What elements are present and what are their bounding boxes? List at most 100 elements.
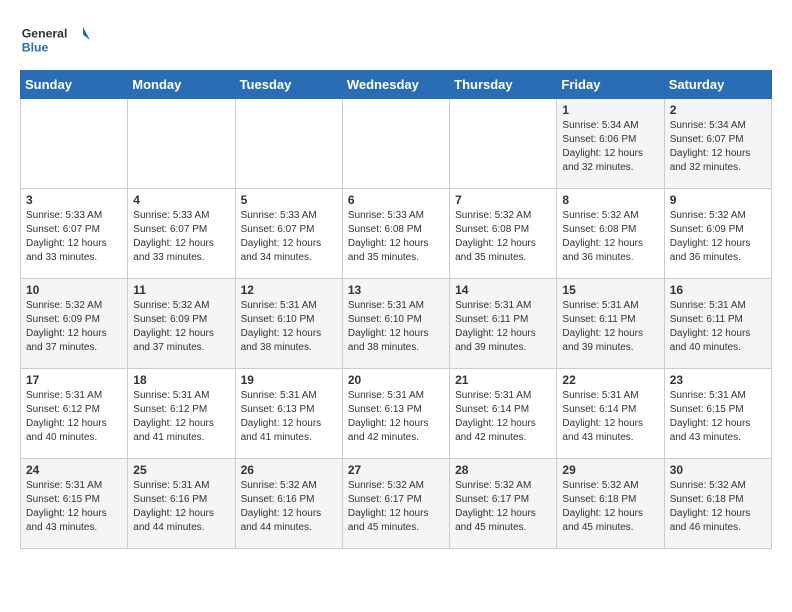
day-cell: 15 Sunrise: 5:31 AM Sunset: 6:11 PM Dayli… (557, 279, 664, 369)
day-cell (450, 99, 557, 189)
day-cell: 28 Sunrise: 5:32 AM Sunset: 6:17 PM Dayli… (450, 459, 557, 549)
day-cell: 3 Sunrise: 5:33 AM Sunset: 6:07 PM Daylig… (21, 189, 128, 279)
day-cell (342, 99, 449, 189)
day-cell: 9 Sunrise: 5:32 AM Sunset: 6:09 PM Daylig… (664, 189, 771, 279)
week-row-4: 17 Sunrise: 5:31 AM Sunset: 6:12 PM Dayli… (21, 369, 772, 459)
day-number: 25 (133, 463, 229, 477)
day-info: Sunrise: 5:33 AM Sunset: 6:07 PM Dayligh… (133, 209, 229, 265)
day-cell: 29 Sunrise: 5:32 AM Sunset: 6:18 PM Dayli… (557, 459, 664, 549)
day-info: Sunrise: 5:32 AM Sunset: 6:17 PM Dayligh… (348, 479, 444, 535)
day-number: 30 (670, 463, 766, 477)
day-cell: 6 Sunrise: 5:33 AM Sunset: 6:08 PM Daylig… (342, 189, 449, 279)
day-header-monday: Monday (128, 71, 235, 99)
day-number: 10 (26, 283, 122, 297)
day-number: 14 (455, 283, 551, 297)
day-number: 20 (348, 373, 444, 387)
week-row-3: 10 Sunrise: 5:32 AM Sunset: 6:09 PM Dayli… (21, 279, 772, 369)
day-number: 9 (670, 193, 766, 207)
day-info: Sunrise: 5:32 AM Sunset: 6:09 PM Dayligh… (670, 209, 766, 265)
day-cell: 13 Sunrise: 5:31 AM Sunset: 6:10 PM Dayli… (342, 279, 449, 369)
page-header: General Blue (20, 20, 772, 60)
day-cell (235, 99, 342, 189)
day-info: Sunrise: 5:32 AM Sunset: 6:17 PM Dayligh… (455, 479, 551, 535)
day-number: 8 (562, 193, 658, 207)
day-info: Sunrise: 5:34 AM Sunset: 6:07 PM Dayligh… (670, 119, 766, 175)
day-info: Sunrise: 5:32 AM Sunset: 6:08 PM Dayligh… (562, 209, 658, 265)
day-number: 17 (26, 373, 122, 387)
day-info: Sunrise: 5:33 AM Sunset: 6:07 PM Dayligh… (241, 209, 337, 265)
day-info: Sunrise: 5:31 AM Sunset: 6:11 PM Dayligh… (562, 299, 658, 355)
day-cell (21, 99, 128, 189)
day-info: Sunrise: 5:31 AM Sunset: 6:15 PM Dayligh… (670, 389, 766, 445)
day-cell: 2 Sunrise: 5:34 AM Sunset: 6:07 PM Daylig… (664, 99, 771, 189)
day-number: 15 (562, 283, 658, 297)
day-cell: 25 Sunrise: 5:31 AM Sunset: 6:16 PM Dayli… (128, 459, 235, 549)
calendar-table: SundayMondayTuesdayWednesdayThursdayFrid… (20, 70, 772, 549)
day-info: Sunrise: 5:31 AM Sunset: 6:16 PM Dayligh… (133, 479, 229, 535)
day-number: 5 (241, 193, 337, 207)
day-info: Sunrise: 5:34 AM Sunset: 6:06 PM Dayligh… (562, 119, 658, 175)
day-number: 18 (133, 373, 229, 387)
day-cell: 21 Sunrise: 5:31 AM Sunset: 6:14 PM Dayli… (450, 369, 557, 459)
day-cell: 22 Sunrise: 5:31 AM Sunset: 6:14 PM Dayli… (557, 369, 664, 459)
day-number: 29 (562, 463, 658, 477)
day-info: Sunrise: 5:32 AM Sunset: 6:18 PM Dayligh… (670, 479, 766, 535)
day-cell: 1 Sunrise: 5:34 AM Sunset: 6:06 PM Daylig… (557, 99, 664, 189)
day-info: Sunrise: 5:31 AM Sunset: 6:13 PM Dayligh… (348, 389, 444, 445)
day-cell: 7 Sunrise: 5:32 AM Sunset: 6:08 PM Daylig… (450, 189, 557, 279)
day-info: Sunrise: 5:32 AM Sunset: 6:18 PM Dayligh… (562, 479, 658, 535)
day-cell: 24Sunrise: 5:31 AM Sunset: 6:15 PM Dayli… (21, 459, 128, 549)
day-number: 26 (241, 463, 337, 477)
day-info: Sunrise: 5:31 AM Sunset: 6:12 PM Dayligh… (133, 389, 229, 445)
logo-svg: General Blue (20, 20, 90, 60)
day-cell: 18 Sunrise: 5:31 AM Sunset: 6:12 PM Dayli… (128, 369, 235, 459)
day-number: 13 (348, 283, 444, 297)
day-cell: 14 Sunrise: 5:31 AM Sunset: 6:11 PM Dayli… (450, 279, 557, 369)
day-number: 19 (241, 373, 337, 387)
day-info: Sunrise: 5:31 AM Sunset: 6:14 PM Dayligh… (455, 389, 551, 445)
day-cell: 12Sunrise: 5:31 AM Sunset: 6:10 PM Dayli… (235, 279, 342, 369)
day-number: 4 (133, 193, 229, 207)
day-header-tuesday: Tuesday (235, 71, 342, 99)
week-row-5: 24Sunrise: 5:31 AM Sunset: 6:15 PM Dayli… (21, 459, 772, 549)
day-cell (128, 99, 235, 189)
day-header-row: SundayMondayTuesdayWednesdayThursdayFrid… (21, 71, 772, 99)
day-number: 3 (26, 193, 122, 207)
day-header-sunday: Sunday (21, 71, 128, 99)
day-header-wednesday: Wednesday (342, 71, 449, 99)
day-cell: 5 Sunrise: 5:33 AM Sunset: 6:07 PM Daylig… (235, 189, 342, 279)
day-number: 21 (455, 373, 551, 387)
day-info: Sunrise: 5:31 AM Sunset: 6:10 PM Dayligh… (348, 299, 444, 355)
svg-text:General: General (22, 26, 68, 40)
day-info: Sunrise: 5:31 AM Sunset: 6:11 PM Dayligh… (670, 299, 766, 355)
day-info: Sunrise: 5:31 AM Sunset: 6:10 PM Dayligh… (241, 299, 337, 355)
day-number: 11 (133, 283, 229, 297)
day-cell: 4 Sunrise: 5:33 AM Sunset: 6:07 PM Daylig… (128, 189, 235, 279)
day-number: 28 (455, 463, 551, 477)
week-row-2: 3 Sunrise: 5:33 AM Sunset: 6:07 PM Daylig… (21, 189, 772, 279)
day-info: Sunrise: 5:31 AM Sunset: 6:11 PM Dayligh… (455, 299, 551, 355)
day-info: Sunrise: 5:31 AM Sunset: 6:12 PM Dayligh… (26, 389, 122, 445)
day-header-friday: Friday (557, 71, 664, 99)
day-number: 7 (455, 193, 551, 207)
day-info: Sunrise: 5:33 AM Sunset: 6:08 PM Dayligh… (348, 209, 444, 265)
day-info: Sunrise: 5:32 AM Sunset: 6:08 PM Dayligh… (455, 209, 551, 265)
day-info: Sunrise: 5:33 AM Sunset: 6:07 PM Dayligh… (26, 209, 122, 265)
day-cell: 8 Sunrise: 5:32 AM Sunset: 6:08 PM Daylig… (557, 189, 664, 279)
day-info: Sunrise: 5:31 AM Sunset: 6:14 PM Dayligh… (562, 389, 658, 445)
day-header-saturday: Saturday (664, 71, 771, 99)
day-header-thursday: Thursday (450, 71, 557, 99)
day-number: 22 (562, 373, 658, 387)
week-row-1: 1 Sunrise: 5:34 AM Sunset: 6:06 PM Daylig… (21, 99, 772, 189)
day-cell: 20 Sunrise: 5:31 AM Sunset: 6:13 PM Dayli… (342, 369, 449, 459)
day-cell: 23Sunrise: 5:31 AM Sunset: 6:15 PM Dayli… (664, 369, 771, 459)
svg-text:Blue: Blue (22, 40, 49, 54)
day-info: Sunrise: 5:31 AM Sunset: 6:13 PM Dayligh… (241, 389, 337, 445)
day-number: 2 (670, 103, 766, 117)
day-info: Sunrise: 5:32 AM Sunset: 6:09 PM Dayligh… (133, 299, 229, 355)
day-cell: 16 Sunrise: 5:31 AM Sunset: 6:11 PM Dayli… (664, 279, 771, 369)
day-cell: 27Sunrise: 5:32 AM Sunset: 6:17 PM Dayli… (342, 459, 449, 549)
day-number: 6 (348, 193, 444, 207)
day-number: 1 (562, 103, 658, 117)
day-number: 16 (670, 283, 766, 297)
